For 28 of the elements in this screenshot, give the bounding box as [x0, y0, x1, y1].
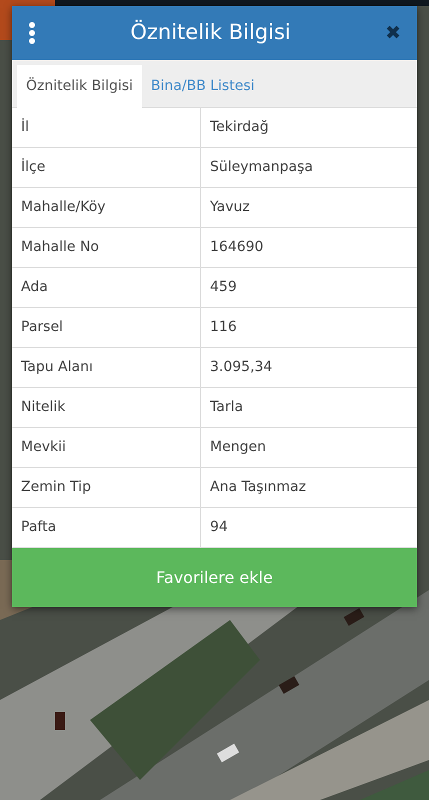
close-button[interactable]: ✖: [385, 24, 401, 42]
attribute-value: Ana Taşınmaz: [209, 478, 307, 497]
attribute-name: Zemin Tip: [12, 468, 201, 507]
attribute-value: 94: [209, 518, 229, 537]
attribute-value: 164690: [209, 238, 264, 257]
attribute-name: İlçe: [12, 148, 201, 187]
attribute-name: Tapu Alanı: [12, 348, 201, 387]
tab[interactable]: Bina/BB Listesi: [142, 65, 264, 108]
attribute-value: 3.095,34: [209, 358, 274, 377]
attribute-value: 459: [209, 278, 238, 297]
attribute-value: Mengen: [209, 438, 267, 457]
attribute-value: Tekirdağ: [209, 118, 270, 137]
attribute-name: Mahalle/Köy: [12, 188, 201, 227]
attribute-value: 116: [209, 318, 238, 337]
attribute-value: Tarla: [209, 398, 244, 417]
attribute-name: İl: [12, 108, 201, 147]
menu-icon[interactable]: [28, 22, 36, 44]
attribute-name: Nitelik: [12, 388, 201, 427]
attribute-value: Süleymanpaşa: [209, 158, 314, 177]
attribute-name: Pafta: [12, 508, 201, 547]
attribute-name: Ada: [12, 268, 201, 307]
attribute-name: Mahalle No: [12, 228, 201, 267]
tab[interactable]: Öznitelik Bilgisi: [17, 65, 142, 108]
attribute-value: Yavuz: [209, 198, 251, 217]
attribute-name: Mevkii: [12, 428, 201, 467]
dialog-title: Öznitelik Bilgisi: [130, 18, 291, 46]
add-favorites-button[interactable]: Favorilere ekle: [12, 548, 417, 607]
attribute-name: Parsel: [12, 308, 201, 347]
